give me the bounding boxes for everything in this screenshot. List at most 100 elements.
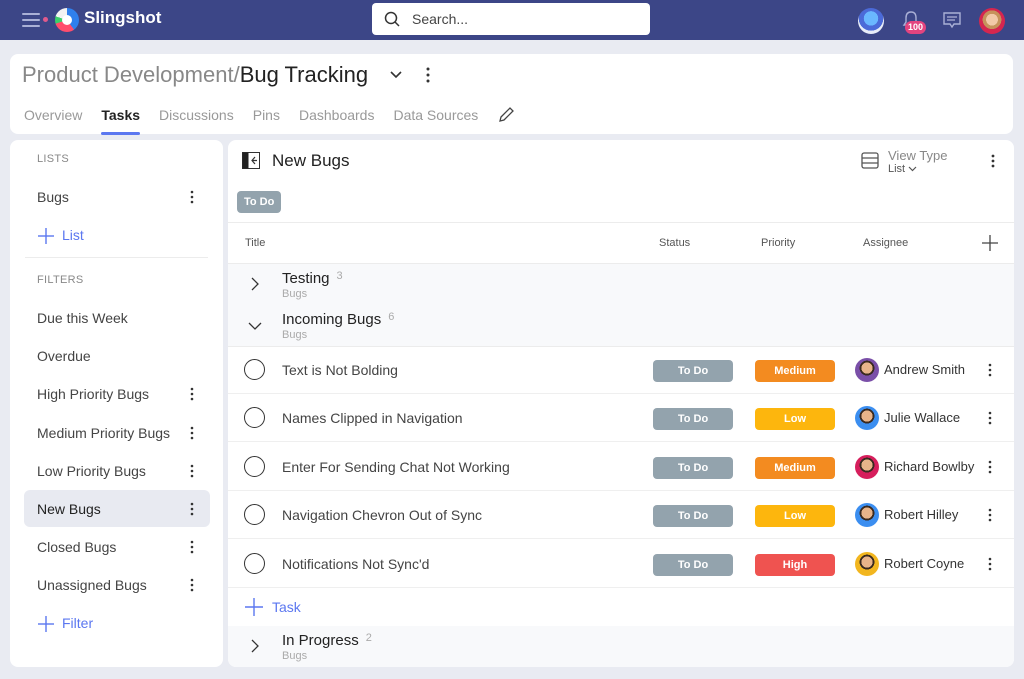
more-options-icon[interactable] [424,66,432,84]
tab-pins[interactable]: Pins [253,107,280,135]
group-incoming-bugs[interactable]: Incoming Bugs 6 Bugs [228,305,1014,347]
chevron-down-icon[interactable] [390,71,402,79]
assignee-avatar [855,406,879,431]
task-title[interactable]: Text is Not Bolding [282,362,398,378]
sidebar-item-new-bugs[interactable]: New Bugs [24,490,210,527]
more-options-icon[interactable] [986,556,994,572]
sidebar-item-high-priority-bugs[interactable]: High Priority Bugs [24,375,210,412]
assignee-name[interactable]: Andrew Smith [884,362,965,377]
group-count: 6 [388,311,395,323]
task-title[interactable]: Notifications Not Sync'd [282,556,429,572]
status-badge[interactable]: To Do [653,505,733,528]
complete-checkbox[interactable] [244,504,265,526]
assignee-name[interactable]: Julie Wallace [884,410,960,425]
table-row[interactable]: Text is Not Bolding To Do Medium Andrew Smi… [228,346,1014,394]
more-options-icon[interactable] [986,459,994,475]
more-options-icon[interactable] [188,425,196,441]
column-priority[interactable]: Priority [761,237,795,249]
assignee-avatar [855,503,879,528]
more-options-icon[interactable] [986,362,994,378]
breadcrumb-parent[interactable]: Product Development [22,62,234,87]
sidebar-item-closed-bugs[interactable]: Closed Bugs [24,528,210,565]
status-filter-chip[interactable]: To Do [237,191,282,213]
more-options-icon[interactable] [989,153,997,169]
more-options-icon[interactable] [188,386,196,402]
more-options-icon[interactable] [986,507,994,523]
table-row[interactable]: Notifications Not Sync'd To Do High Robert … [228,540,1014,588]
sidebar-item-low-priority-bugs[interactable]: Low Priority Bugs [24,452,210,489]
complete-checkbox[interactable] [244,359,265,380]
status-badge[interactable]: To Do [653,456,733,479]
group-subtitle: Bugs [282,329,308,341]
group-in-progress[interactable]: In Progress 2 Bugs [228,626,1014,667]
list-title: New Bugs [272,151,350,170]
more-options-icon[interactable] [188,463,196,479]
sidebar-item-label: Low Priority Bugs [37,462,146,479]
group-count: 2 [365,632,372,644]
sidebar-item-label: Due this Week [37,310,128,326]
tab-discussions[interactable]: Discussions [159,107,234,135]
complete-checkbox[interactable] [244,552,265,574]
sidebar-item-due-this-week[interactable]: Due this Week [24,299,210,336]
sidebar-item-label: Bugs [37,189,69,205]
sidebar-item-medium-priority-bugs[interactable]: Medium Priority Bugs [24,414,210,451]
assignee-name[interactable]: Richard Bowlby [884,459,974,474]
status-badge[interactable]: To Do [653,408,733,431]
priority-badge[interactable]: Medium [755,456,835,479]
more-options-icon[interactable] [188,501,196,517]
divider [25,257,208,258]
pencil-icon[interactable] [497,106,515,124]
tab-overview[interactable]: Overview [24,107,82,135]
more-options-icon[interactable] [188,577,196,593]
group-name: Testing [282,270,330,287]
group-testing[interactable]: Testing 3 Bugs [228,264,1014,306]
sidebar-item-overdue[interactable]: Overdue [24,337,210,374]
group-name: Incoming Bugs [282,311,382,328]
app-name: Slingshot [84,8,162,27]
status-badge[interactable]: To Do [653,553,733,576]
column-title[interactable]: Title [245,237,265,249]
add-column-icon[interactable] [982,235,998,251]
tab-dashboards[interactable]: Dashboards [299,107,375,135]
status-badge[interactable]: To Do [653,360,733,382]
task-title[interactable]: Navigation Chevron Out of Sync [282,507,482,523]
priority-badge[interactable]: Low [755,408,835,431]
column-assignee[interactable]: Assignee [863,237,908,249]
menu-icon[interactable] [22,13,40,27]
table-row[interactable]: Names Clipped in Navigation To Do Low Julie… [228,394,1014,443]
list-view-icon [861,152,879,169]
sidebar-item-label: Unassigned Bugs [37,577,147,594]
priority-badge[interactable]: Medium [755,360,835,382]
chat-icon[interactable] [942,11,962,30]
notification-badge: 100 [905,21,927,34]
search-input[interactable] [412,3,642,35]
user-avatar[interactable] [979,8,1005,34]
task-title[interactable]: Names Clipped in Navigation [282,410,463,426]
complete-checkbox[interactable] [244,407,265,429]
table-row[interactable]: Enter For Sending Chat Not Working To Do M… [228,443,1014,491]
assistant-avatar[interactable] [858,8,884,34]
priority-badge[interactable]: High [755,553,835,576]
top-bar: Slingshot 100 [0,0,1024,40]
view-type-selector[interactable]: View Type List [888,148,948,175]
sidebar-item-bugs[interactable]: Bugs [24,178,210,215]
complete-checkbox[interactable] [244,455,265,477]
sidebar-item-unassigned-bugs[interactable]: Unassigned Bugs [24,566,210,603]
more-options-icon[interactable] [188,189,196,205]
chevron-down-icon [248,322,262,330]
search-box[interactable] [372,3,650,35]
tab-data-sources[interactable]: Data Sources [393,107,478,135]
assignee-name[interactable]: Robert Hilley [884,507,958,522]
notification-dot [43,17,48,22]
lists-heading: LISTS [37,153,70,165]
assignee-name[interactable]: Robert Coyne [884,556,964,571]
task-title[interactable]: Enter For Sending Chat Not Working [282,459,510,475]
assignee-avatar [855,551,879,576]
tab-tasks[interactable]: Tasks [101,107,140,135]
collapse-sidebar-icon[interactable] [242,152,260,169]
priority-badge[interactable]: Low [755,505,835,528]
more-options-icon[interactable] [986,410,994,426]
more-options-icon[interactable] [188,539,196,555]
table-row[interactable]: Navigation Chevron Out of Sync To Do Low Ro… [228,491,1014,540]
column-status[interactable]: Status [659,237,690,249]
